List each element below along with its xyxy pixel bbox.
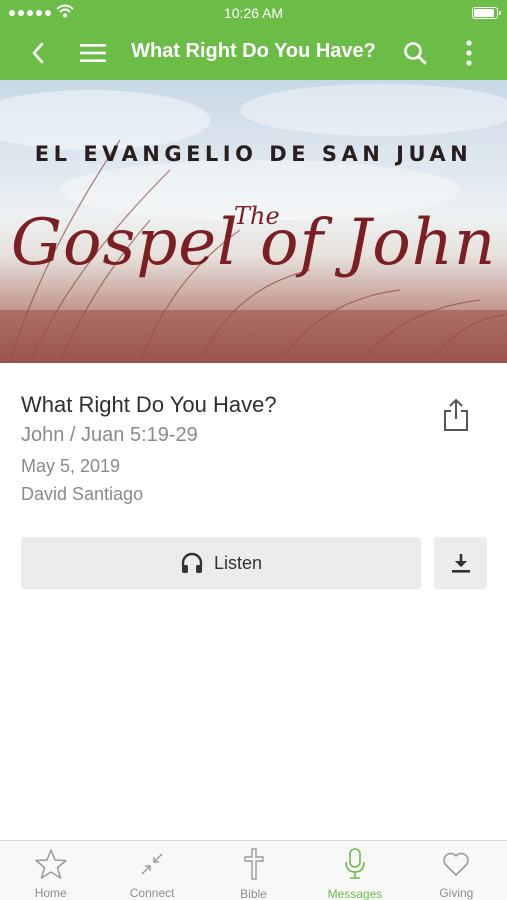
more-vertical-icon[interactable]: [452, 36, 486, 70]
artwork-the: The: [234, 202, 280, 230]
message-details: What Right Do You Have? John / Juan 5:19…: [21, 392, 421, 505]
navigation-bar: What Right Do You Have?: [0, 26, 507, 80]
search-icon[interactable]: [398, 36, 432, 70]
tab-home[interactable]: Home: [0, 841, 101, 900]
message-scripture: John / Juan 5:19-29: [21, 424, 198, 446]
battery-icon: [472, 7, 501, 19]
message-title: What Right Do You Have?: [21, 392, 277, 417]
cross-icon: [243, 848, 264, 880]
tab-messages[interactable]: Messages: [304, 841, 405, 900]
tab-connect-label: Connect: [129, 886, 175, 900]
star-icon: [34, 848, 67, 879]
tab-connect[interactable]: Connect: [101, 841, 202, 900]
tab-bar: Home Connect Bible Messages Giving: [0, 840, 507, 900]
tab-bible-label: Bible: [240, 887, 267, 900]
back-chevron-icon[interactable]: [21, 36, 55, 70]
listen-label: Listen: [213, 552, 263, 573]
tab-giving-label: Giving: [439, 886, 474, 900]
artwork-subtitle: EL EVANGELIO DE SAN JUAN: [34, 142, 473, 166]
tab-bible[interactable]: Bible: [203, 841, 304, 900]
tab-home-label: Home: [34, 886, 67, 900]
heart-icon: [443, 852, 470, 876]
listen-button[interactable]: Listen: [21, 537, 421, 589]
series-artwork: EL EVANGELIO DE SAN JUAN Gospel of John …: [0, 80, 507, 363]
tab-messages-label: Messages: [327, 887, 383, 900]
message-speaker: David Santiago: [21, 484, 144, 504]
microphone-icon: [345, 848, 365, 879]
page-title: What Right Do You Have?: [131, 40, 376, 62]
menu-icon[interactable]: [76, 36, 110, 70]
connect-arrows-icon: [141, 852, 163, 875]
download-icon: [451, 554, 470, 573]
download-button[interactable]: [434, 537, 487, 589]
message-date: May 5, 2019: [21, 456, 121, 476]
tab-giving[interactable]: Giving: [406, 841, 507, 900]
share-icon[interactable]: [442, 398, 470, 432]
top-bar: 10:26 AM What Right Do You Have?: [0, 0, 507, 80]
headphones-icon: [181, 552, 203, 573]
status-time: 10:26 AM: [223, 5, 284, 21]
status-bar: 10:26 AM: [0, 0, 507, 26]
